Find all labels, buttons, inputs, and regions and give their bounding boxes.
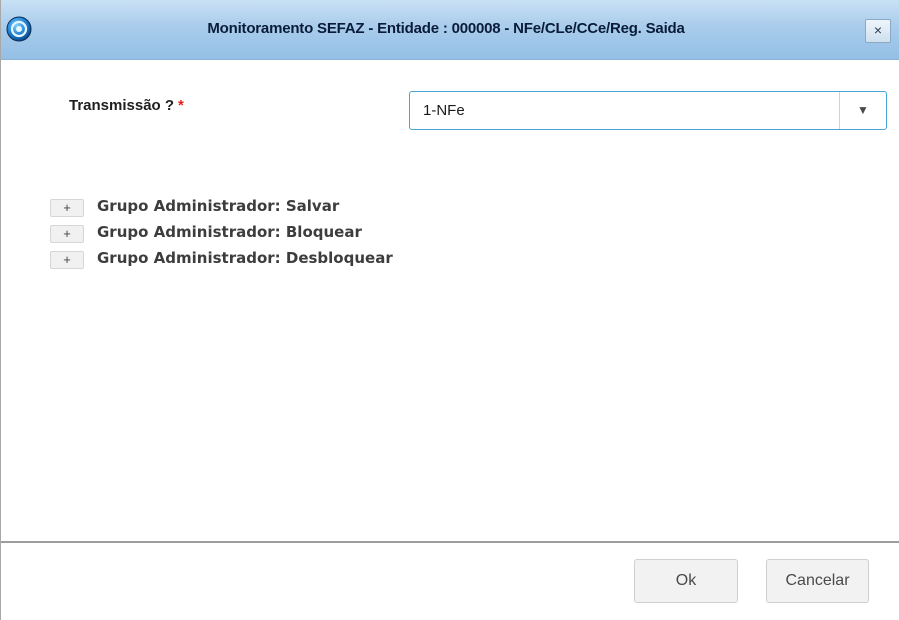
transmission-label-text: Transmissão ? [69, 97, 175, 114]
app-icon [6, 16, 32, 42]
required-marker: * [178, 97, 184, 114]
close-button[interactable]: × [865, 19, 891, 43]
chevron-down-icon[interactable]: ▼ [840, 92, 886, 129]
group-label-desbloquear[interactable]: Grupo Administrador: Desbloquear [97, 249, 393, 267]
footer-divider [1, 541, 899, 543]
cancel-button[interactable]: Cancelar [766, 559, 869, 603]
group-label-salvar[interactable]: Grupo Administrador: Salvar [97, 197, 339, 215]
expand-plus-icon[interactable]: + [50, 199, 84, 217]
title-bar[interactable]: Monitoramento SEFAZ - Entidade : 000008 … [1, 0, 899, 60]
ok-button[interactable]: Ok [634, 559, 738, 603]
expand-plus-icon[interactable]: + [50, 251, 84, 269]
transmission-select[interactable]: 1-NFe ▼ [409, 91, 887, 130]
transmission-selected-value: 1-NFe [423, 102, 465, 119]
group-label-bloquear[interactable]: Grupo Administrador: Bloquear [97, 223, 362, 241]
dialog-window: Monitoramento SEFAZ - Entidade : 000008 … [0, 0, 899, 620]
transmission-label: Transmissão ? * [69, 97, 184, 114]
expand-plus-icon[interactable]: + [50, 225, 84, 243]
close-icon: × [873, 22, 883, 38]
window-title: Monitoramento SEFAZ - Entidade : 000008 … [207, 20, 685, 37]
